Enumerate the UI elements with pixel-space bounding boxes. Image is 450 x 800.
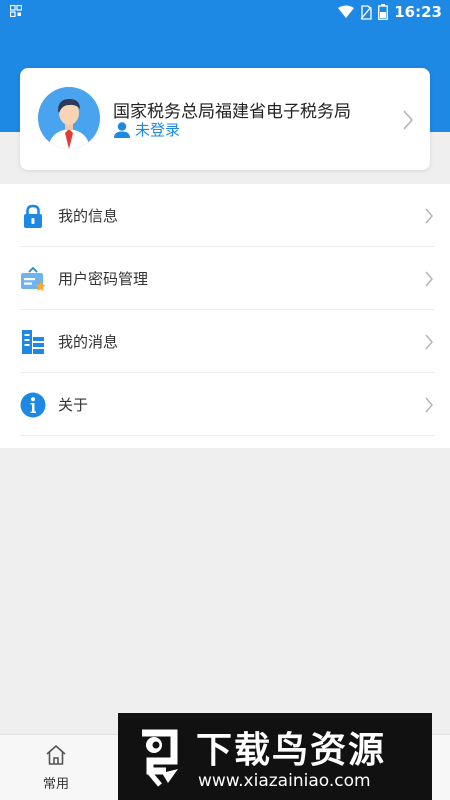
- menu-item-label: 关于: [58, 396, 89, 414]
- lock-icon: [24, 204, 42, 228]
- home-icon: [46, 745, 66, 765]
- tab-common[interactable]: 常用: [28, 743, 84, 797]
- avatar: [38, 87, 100, 149]
- divider: [20, 435, 434, 436]
- bird-logo-icon: [142, 729, 178, 787]
- profile-card[interactable]: 国家税务总局福建省电子税务局 未登录: [20, 68, 430, 170]
- battery-icon: [378, 4, 389, 20]
- password-card-icon: [21, 266, 46, 291]
- menu-item-password-management[interactable]: 用户密码管理: [0, 247, 450, 310]
- status-time: 16:23: [394, 3, 442, 21]
- watermark-title: 下载鸟资源: [196, 730, 387, 771]
- wifi-icon: [338, 5, 355, 18]
- menu-item-label: 我的消息: [58, 333, 119, 351]
- chevron-right-icon: [403, 110, 414, 130]
- status-bar: 16:23: [0, 0, 450, 24]
- chevron-right-icon: [425, 334, 433, 350]
- login-status[interactable]: 未登录: [113, 119, 180, 140]
- chevron-right-icon: [425, 208, 433, 224]
- settings-menu: 我的信息 用户密码管理 我的消息 关于: [0, 184, 450, 448]
- watermark-url: www.xiazainiao.com: [198, 771, 371, 791]
- login-status-label: 未登录: [135, 121, 181, 139]
- menu-item-my-messages[interactable]: 我的消息: [0, 310, 450, 373]
- user-avatar-icon: [38, 87, 100, 149]
- user-icon: [114, 121, 130, 138]
- menu-item-my-info[interactable]: 我的信息: [0, 184, 450, 247]
- menu-item-label: 用户密码管理: [58, 270, 149, 288]
- no-sim-icon: [360, 4, 372, 20]
- chevron-right-icon: [425, 397, 433, 413]
- watermark-banner: 下载鸟资源 www.xiazainiao.com: [118, 713, 432, 800]
- notification-icon: [10, 5, 22, 17]
- menu-item-about[interactable]: 关于: [0, 373, 450, 436]
- menu-item-label: 我的信息: [58, 207, 119, 225]
- tab-label: 常用: [42, 777, 69, 792]
- message-list-icon: [22, 330, 44, 354]
- info-icon: [20, 392, 46, 418]
- chevron-right-icon: [425, 271, 433, 287]
